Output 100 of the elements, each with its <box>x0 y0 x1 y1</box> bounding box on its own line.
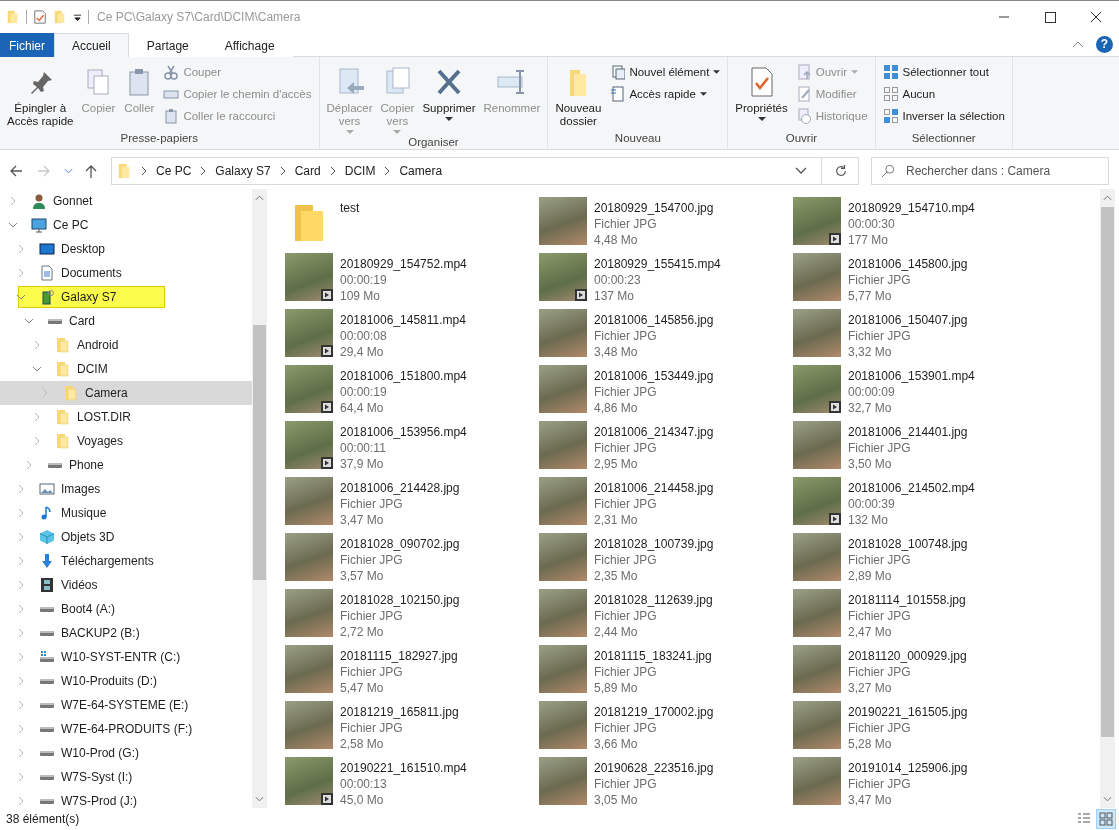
ribbon-button[interactable]: Nouveau dossier <box>552 61 605 132</box>
ribbon-tab[interactable]: Fichier <box>0 33 54 57</box>
tree-item[interactable]: Card <box>0 309 252 333</box>
tree-item[interactable]: LOST.DIR <box>0 405 252 429</box>
file-name: 20180929_154700.jpg <box>594 200 714 216</box>
tree-item[interactable]: Vidéos <box>0 573 252 597</box>
file-item[interactable]: test <box>285 197 539 253</box>
breadcrumb[interactable]: Galaxy S7 <box>215 164 271 178</box>
tree-item[interactable]: Téléchargements <box>0 549 252 573</box>
tree-item[interactable]: Musique <box>0 501 252 525</box>
file-size: 3,05 Mo <box>594 792 639 808</box>
ribbon-button[interactable]: Supprimer <box>419 61 479 136</box>
tree-label: Galaxy S7 <box>61 290 117 304</box>
tree-label: Vidéos <box>61 578 98 592</box>
file-item[interactable]: 20181006_145800.jpg Fichier JPG 5,77 Mo <box>793 253 1047 309</box>
file-item[interactable]: 20181006_150407.jpg Fichier JPG 3,32 Mo <box>793 309 1047 365</box>
search-field[interactable]: Rechercher dans : Camera <box>871 157 1109 185</box>
ribbon-button[interactable]: Sélectionner tout <box>879 62 1008 82</box>
tree-item[interactable]: BACKUP2 (B:) <box>0 621 252 645</box>
breadcrumb[interactable]: Ce PC <box>156 164 192 178</box>
tree-label: LOST.DIR <box>77 410 131 424</box>
file-item[interactable]: 20181006_214428.jpg Fichier JPG 3,47 Mo <box>285 477 539 533</box>
tree-item[interactable]: W7E-64-SYSTEME (E:) <box>0 693 252 717</box>
file-item[interactable]: 20181028_112639.jpg Fichier JPG 2,44 Mo <box>539 589 793 645</box>
file-item[interactable]: 20181006_153956.mp4 00:00:11 37,9 Mo <box>285 421 539 477</box>
tree-item[interactable]: Voyages <box>0 429 252 453</box>
ribbon-button[interactable]: Nouvel élément <box>606 62 724 82</box>
file-item[interactable]: 20180929_155415.mp4 00:00:23 137 Mo <box>539 253 793 309</box>
file-detail: Fichier JPG <box>848 608 912 624</box>
file-item[interactable]: 20181028_102150.jpg Fichier JPG 2,72 Mo <box>285 589 539 645</box>
file-item[interactable]: 20181006_145811.mp4 00:00:08 29,4 Mo <box>285 309 539 365</box>
tree-item[interactable]: Ce PC <box>0 213 252 237</box>
tree-item[interactable]: W7S-Prod (J:) <box>0 789 252 808</box>
file-size: 2,47 Mo <box>848 624 893 640</box>
tree-item[interactable]: Images <box>0 477 252 501</box>
file-item[interactable]: 20190628_223516.jpg Fichier JPG 3,05 Mo <box>539 757 793 813</box>
file-item[interactable]: 20191014_125906.jpg Fichier JPG 3,47 Mo <box>793 757 1047 813</box>
tree-item[interactable]: W7E-64-PRODUITS (F:) <box>0 717 252 741</box>
help-button[interactable]: ? <box>1096 35 1113 53</box>
ribbon-button[interactable]: Épingler à Accès rapide <box>4 61 77 132</box>
file-name: 20181006_153956.mp4 <box>340 424 467 440</box>
file-item[interactable]: 20181006_214401.jpg Fichier JPG 3,50 Mo <box>793 421 1047 477</box>
file-item[interactable]: 20181028_100748.jpg Fichier JPG 2,89 Mo <box>793 533 1047 589</box>
file-item[interactable]: 20181219_165811.jpg Fichier JPG 2,58 Mo <box>285 701 539 757</box>
file-item[interactable]: 20181219_170002.jpg Fichier JPG 3,66 Mo <box>539 701 793 757</box>
file-item[interactable]: 20181006_214347.jpg Fichier JPG 2,95 Mo <box>539 421 793 477</box>
file-detail: Fichier JPG <box>848 552 912 568</box>
tree-item[interactable]: DCIM <box>0 357 252 381</box>
file-item[interactable]: 20180929_154700.jpg Fichier JPG 4,48 Mo <box>539 197 793 253</box>
file-size: 2,95 Mo <box>594 456 639 472</box>
breadcrumb[interactable]: DCIM <box>344 164 376 178</box>
tree-label: Camera <box>85 386 128 400</box>
tree-item[interactable]: W10-Prod (G:) <box>0 741 252 765</box>
file-item[interactable]: 20180929_154710.mp4 00:00:30 177 Mo <box>793 197 1047 253</box>
file-item[interactable]: 20190221_161505.jpg Fichier JPG 5,28 Mo <box>793 701 1047 757</box>
file-detail: 00:00:30 <box>848 216 896 232</box>
tree-item[interactable]: W10-Produits (D:) <box>0 669 252 693</box>
file-item[interactable]: 20181006_214458.jpg Fichier JPG 2,31 Mo <box>539 477 793 533</box>
file-name: 20181115_183241.jpg <box>594 648 712 664</box>
file-item[interactable]: 20181028_100739.jpg Fichier JPG 2,35 Mo <box>539 533 793 589</box>
file-item[interactable]: 20181120_000929.jpg Fichier JPG 3,27 Mo <box>793 645 1047 701</box>
tree-item[interactable]: Documents <box>0 261 252 285</box>
file-size: 2,72 Mo <box>340 624 385 640</box>
file-item[interactable]: 20181115_183241.jpg Fichier JPG 5,89 Mo <box>539 645 793 701</box>
ribbon-tab[interactable]: Accueil <box>54 33 129 57</box>
file-item[interactable]: 20181006_153901.mp4 00:00:09 32,7 Mo <box>793 365 1047 421</box>
file-item[interactable]: 20190221_161510.mp4 00:00:13 45,0 Mo <box>285 757 539 813</box>
breadcrumb[interactable]: Card <box>294 164 321 178</box>
file-name: 20181028_100739.jpg <box>594 536 714 552</box>
file-item[interactable]: 20181028_090702.jpg Fichier JPG 3,57 Mo <box>285 533 539 589</box>
file-name: 20181028_112639.jpg <box>594 592 713 608</box>
tree-item[interactable]: Boot4 (A:) <box>0 597 252 621</box>
tree-item[interactable]: Phone <box>0 453 252 477</box>
tree-item[interactable]: Objets 3D <box>0 525 252 549</box>
tree-item[interactable]: W7S-Syst (I:) <box>0 765 252 789</box>
file-item[interactable]: 20180929_154752.mp4 00:00:19 109 Mo <box>285 253 539 309</box>
tree-item[interactable]: W10-SYST-ENTR (C:) <box>0 645 252 669</box>
file-item[interactable]: 20181006_151800.mp4 00:00:19 64,4 Mo <box>285 365 539 421</box>
file-item[interactable]: 20181114_101558.jpg Fichier JPG 2,47 Mo <box>793 589 1047 645</box>
file-size: 3,47 Mo <box>340 512 385 528</box>
file-detail: 00:00:13 <box>340 776 388 792</box>
tree-item[interactable]: Android <box>0 333 252 357</box>
file-name: 20180929_155415.mp4 <box>594 256 721 272</box>
file-item[interactable]: 20181006_153449.jpg Fichier JPG 4,86 Mo <box>539 365 793 421</box>
file-detail: Fichier JPG <box>594 328 658 344</box>
file-item[interactable]: 20181006_214502.mp4 00:00:39 132 Mo <box>793 477 1047 533</box>
tree-item[interactable]: Gonnet <box>0 189 252 213</box>
file-size: 45,0 Mo <box>340 792 385 808</box>
ribbon-button[interactable]: Propriétés <box>732 61 791 132</box>
file-name: 20181006_153901.mp4 <box>848 368 975 384</box>
file-item[interactable]: 20181115_182927.jpg Fichier JPG 5,47 Mo <box>285 645 539 701</box>
ribbon-button[interactable]: Aucun <box>879 84 1008 104</box>
tree-item[interactable]: Camera <box>0 381 252 405</box>
file-item[interactable]: 20181006_145856.jpg Fichier JPG 3,48 Mo <box>539 309 793 365</box>
tree-item[interactable]: Desktop <box>0 237 252 261</box>
ribbon-button[interactable]: Accès rapide <box>606 84 724 104</box>
ribbon-button[interactable]: Inverser la sélection <box>879 106 1008 126</box>
address-bar[interactable]: Ce PC Galaxy S7 Card DCIM Camera <box>111 157 859 185</box>
breadcrumb[interactable]: Camera <box>399 164 443 178</box>
file-name: 20181006_214428.jpg <box>340 480 460 496</box>
